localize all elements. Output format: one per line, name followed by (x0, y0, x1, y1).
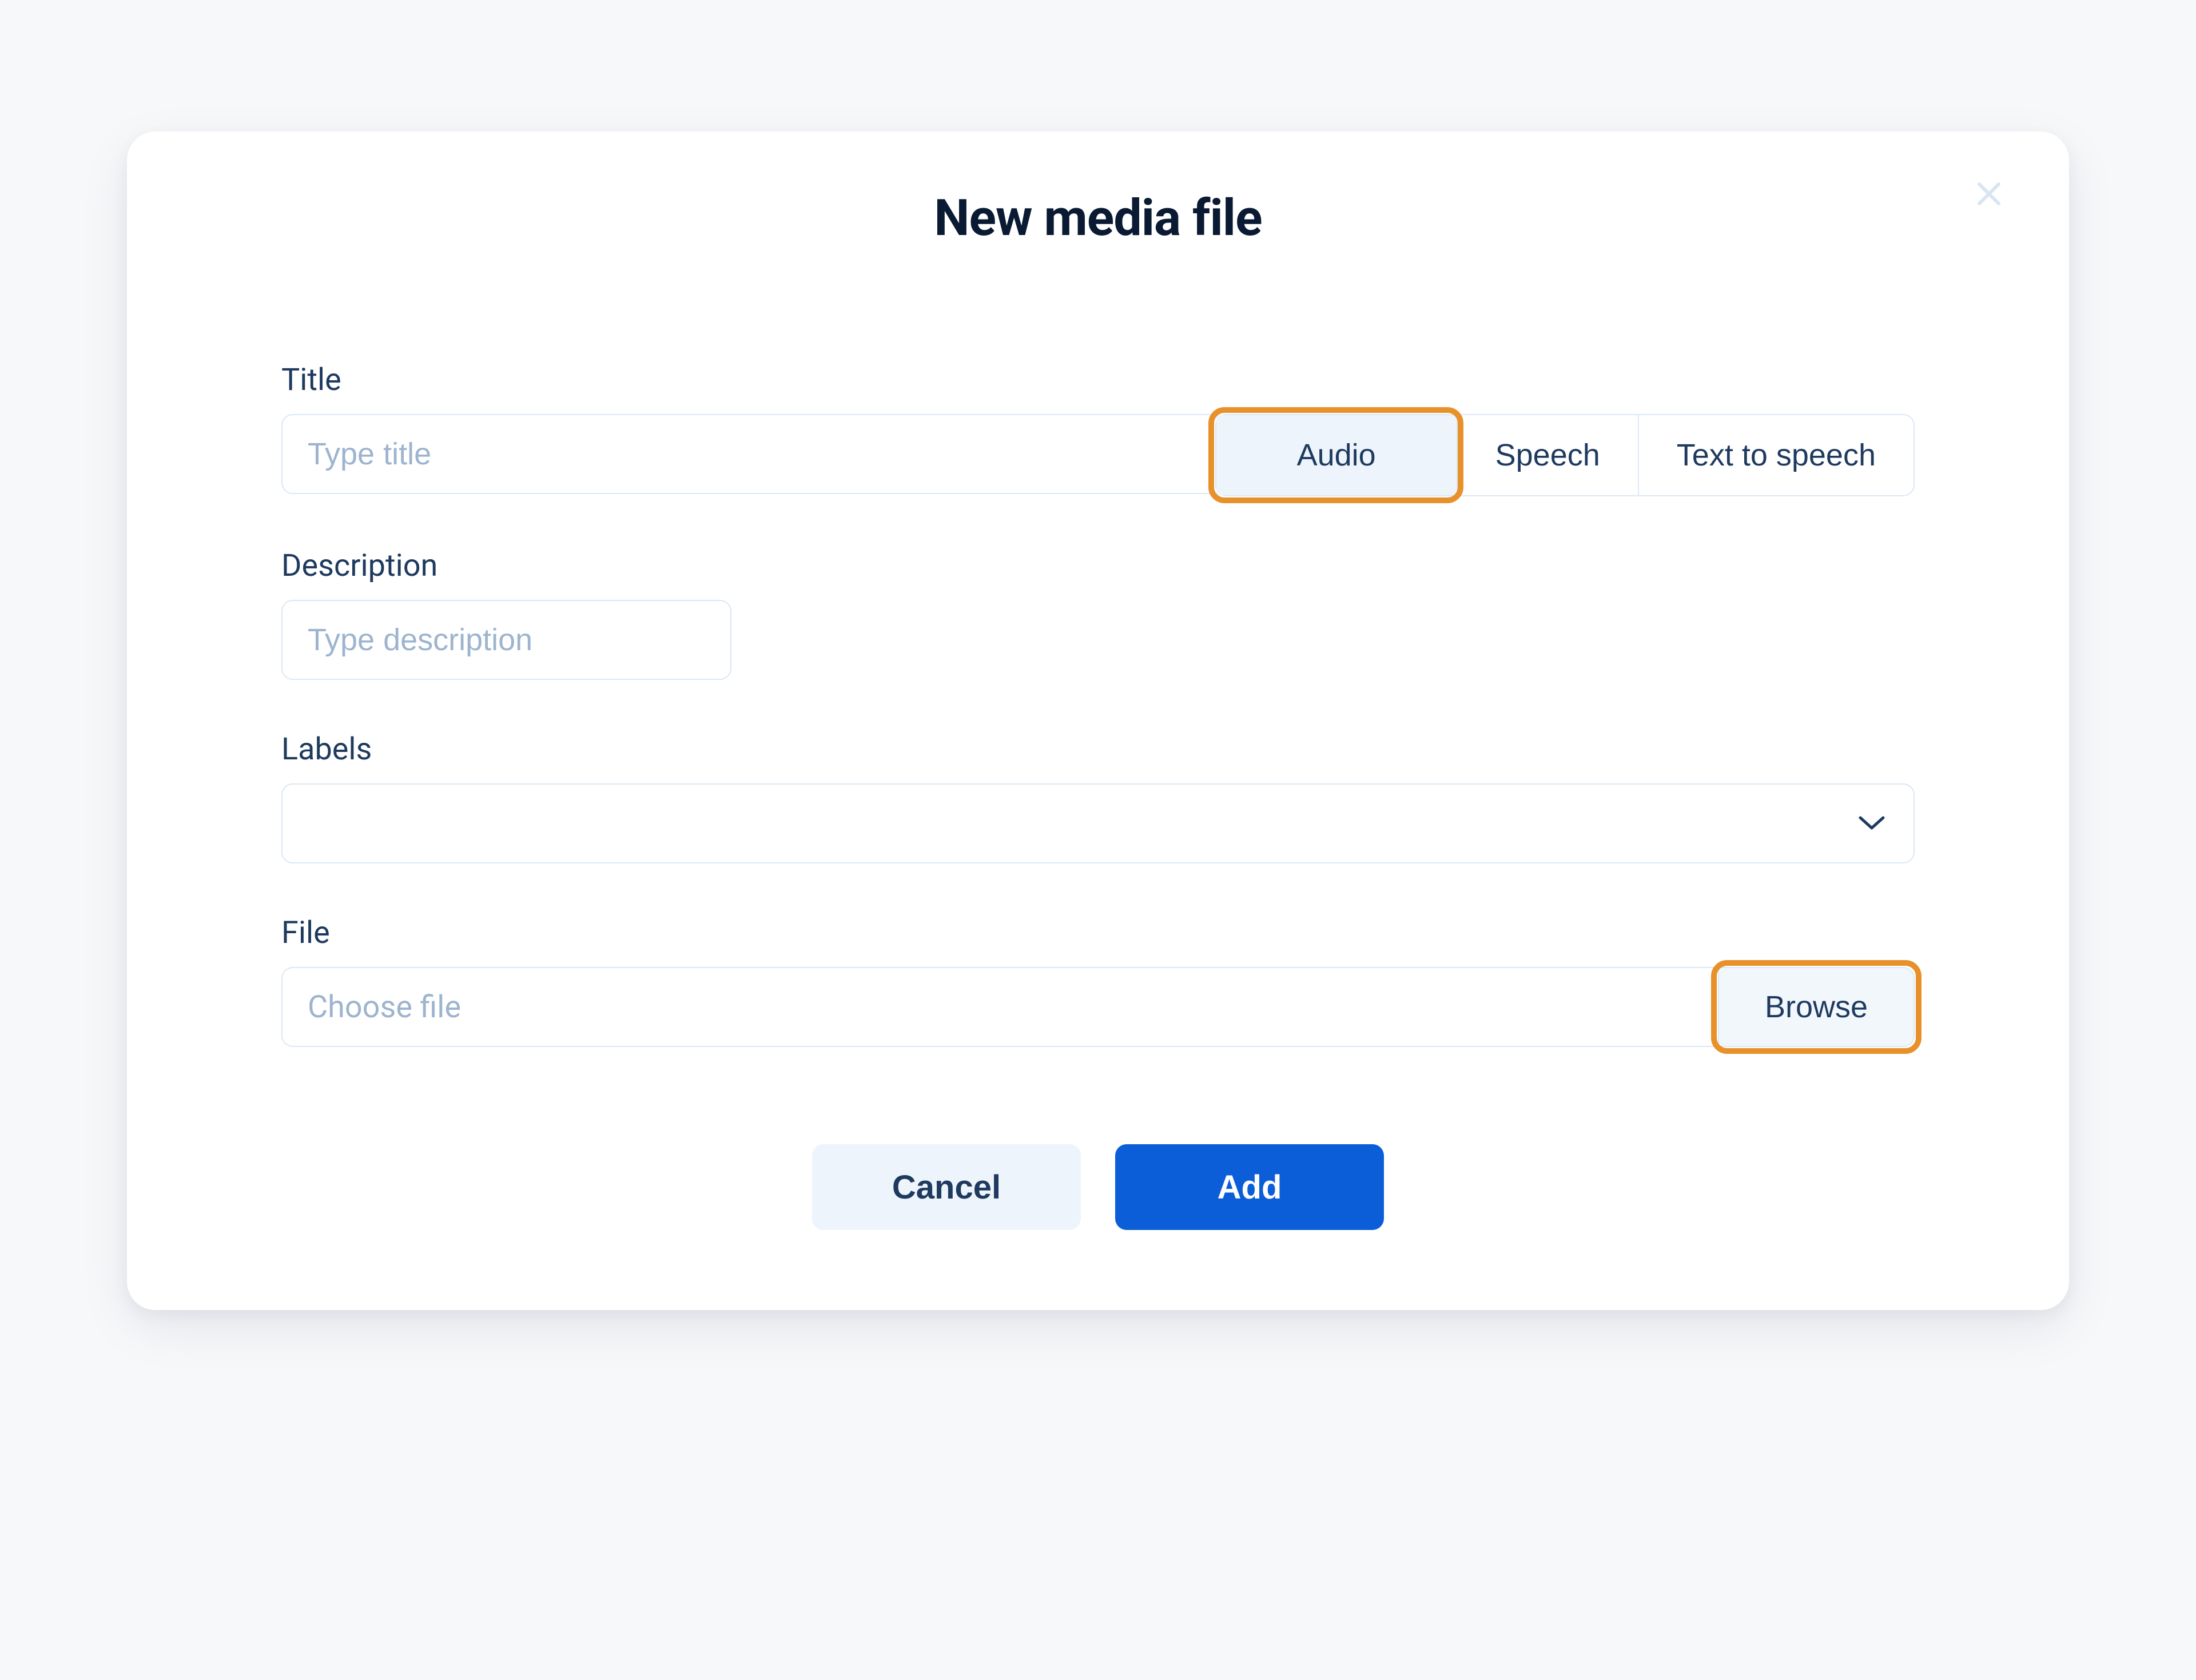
close-icon (1975, 180, 2003, 210)
title-label: Title (281, 362, 1915, 398)
description-field-group: Description (281, 548, 1915, 680)
type-option-speech[interactable]: Speech (1457, 415, 1638, 495)
description-input[interactable] (281, 600, 731, 680)
labels-field-group: Labels (281, 731, 1915, 863)
type-option-text-to-speech[interactable]: Text to speech (1638, 415, 1913, 495)
description-label: Description (281, 548, 1915, 584)
new-media-file-modal: New media file Title Audio Speech Text t… (127, 132, 2069, 1310)
add-button[interactable]: Add (1115, 1144, 1384, 1230)
file-display[interactable]: Choose file (281, 967, 1718, 1047)
modal-actions: Cancel Add (281, 1144, 1915, 1230)
title-row: Audio Speech Text to speech (281, 414, 1915, 496)
browse-button[interactable]: Browse (1718, 967, 1915, 1047)
browse-button-label: Browse (1765, 990, 1868, 1024)
type-option-audio[interactable]: Audio (1216, 415, 1457, 495)
title-field-group: Title Audio Speech Text to speech (281, 362, 1915, 496)
close-button[interactable] (1972, 177, 2006, 212)
file-field-group: File Choose file Browse (281, 915, 1915, 1047)
file-label: File (281, 915, 1915, 951)
labels-select-wrap (281, 783, 1915, 863)
cancel-button[interactable]: Cancel (812, 1144, 1081, 1230)
file-row: Choose file Browse (281, 967, 1915, 1047)
labels-label: Labels (281, 731, 1915, 767)
media-type-toggle: Audio Speech Text to speech (1215, 414, 1915, 496)
title-input[interactable] (281, 414, 1215, 494)
modal-title: New media file (281, 189, 1915, 248)
labels-select[interactable] (281, 783, 1915, 863)
